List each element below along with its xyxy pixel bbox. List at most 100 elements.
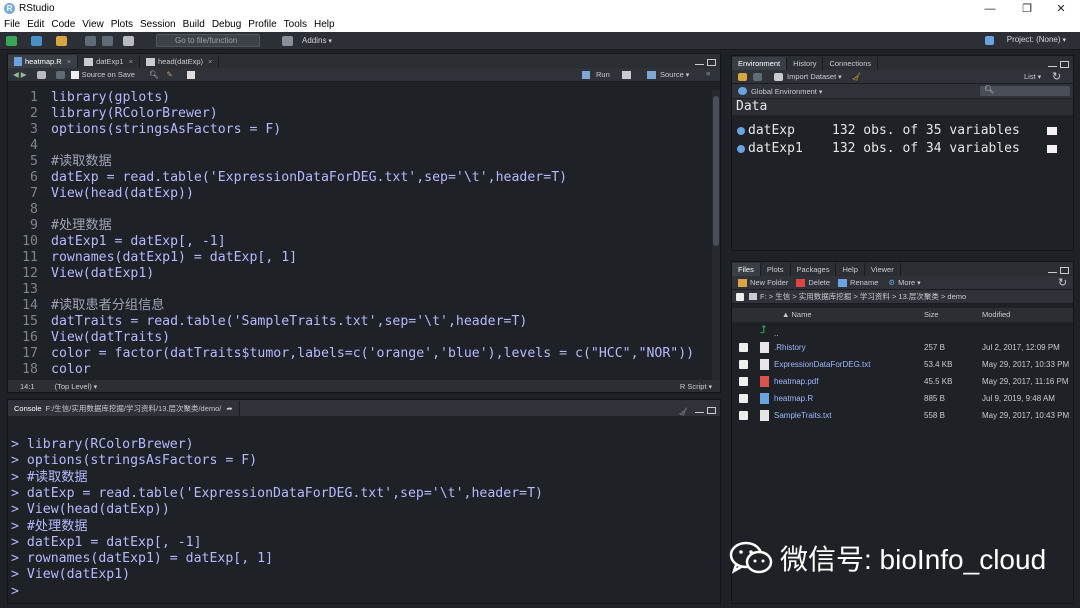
code-line[interactable]: 18 color bbox=[8, 362, 714, 378]
code-area[interactable]: 1 library(gplots) 2 library(RColorBrewer) 3 o… bbox=[8, 90, 714, 382]
code-line[interactable]: 15 datTraits = read.table('SampleTraits.t… bbox=[8, 314, 714, 330]
file-name[interactable]: heatmap.pdf bbox=[774, 373, 818, 390]
breadcrumb-segment[interactable]: demo bbox=[947, 292, 966, 301]
tab-help[interactable]: Help bbox=[836, 263, 865, 276]
rename-button[interactable]: Rename bbox=[850, 278, 878, 287]
code-line[interactable]: 14 #读取患者分组信息 bbox=[8, 298, 714, 314]
col-modified[interactable]: Modified bbox=[982, 308, 1010, 322]
refresh-icon[interactable]: ↻ bbox=[1058, 276, 1067, 289]
tab-heatmap-r[interactable]: heatmap.R × bbox=[8, 55, 79, 68]
addins-menu[interactable]: Addins bbox=[302, 36, 332, 45]
env-search-input[interactable]: 🔍︎ bbox=[980, 85, 1070, 96]
code-line[interactable]: 6 datExp = read.table('ExpressionDataForD… bbox=[8, 170, 714, 186]
tab-head-datexp[interactable]: head(datExp) × bbox=[140, 55, 220, 68]
tab-viewer[interactable]: Viewer bbox=[865, 263, 901, 276]
file-name[interactable]: heatmap.R bbox=[774, 390, 813, 407]
open-file-icon[interactable] bbox=[56, 35, 67, 46]
list-item[interactable]: heatmap.R 885 B Jul 9, 2019, 9:48 AM bbox=[732, 390, 1073, 407]
menu-edit[interactable]: Edit bbox=[27, 19, 44, 30]
file-checkbox[interactable] bbox=[739, 343, 748, 352]
view-mode-menu[interactable]: List bbox=[1024, 72, 1041, 81]
code-line[interactable]: 4 bbox=[8, 138, 714, 154]
code-line[interactable]: 3 options(stringsAsFactors = F) bbox=[8, 122, 714, 138]
menu-file[interactable]: File bbox=[4, 19, 20, 30]
breadcrumb-segment[interactable]: 实用数据库挖掘 bbox=[799, 292, 852, 301]
tab-packages[interactable]: Packages bbox=[791, 263, 837, 276]
file-checkbox[interactable] bbox=[739, 360, 748, 369]
file-checkbox[interactable] bbox=[739, 377, 748, 386]
code-line[interactable]: 2 library(RColorBrewer) bbox=[8, 106, 714, 122]
new-project-icon[interactable] bbox=[31, 35, 42, 46]
clear-workspace-icon[interactable]: 🧹︎ bbox=[852, 72, 862, 81]
col-size[interactable]: Size bbox=[924, 308, 939, 322]
menu-help[interactable]: Help bbox=[314, 19, 335, 30]
menu-profile[interactable]: Profile bbox=[248, 19, 276, 30]
code-line[interactable]: 10 datExp1 = datExp[, -1] bbox=[8, 234, 714, 250]
list-item[interactable]: ExpressionDataForDEG.txt 53.4 KB May 29, 2… bbox=[732, 356, 1073, 373]
file-name[interactable]: ExpressionDataForDEG.txt bbox=[774, 356, 870, 373]
close-tab-icon[interactable]: × bbox=[67, 57, 71, 66]
print-icon[interactable] bbox=[123, 35, 134, 46]
col-name[interactable]: ▲ Name bbox=[782, 308, 812, 322]
list-item-up[interactable]: ⮥ .. bbox=[732, 322, 1073, 339]
minimize-icon[interactable]: — bbox=[975, 0, 1005, 17]
save-icon[interactable] bbox=[85, 35, 96, 46]
code-line[interactable]: 12 View(datExp1) bbox=[8, 266, 714, 282]
menu-view[interactable]: View bbox=[82, 19, 104, 30]
code-line[interactable]: 17 color = factor(datTraits$tumor,labels=… bbox=[8, 346, 714, 362]
code-line[interactable]: 5 #读取数据 bbox=[8, 154, 714, 170]
new-file-icon[interactable] bbox=[6, 35, 17, 46]
breadcrumb-segment[interactable]: 13.层次聚类 bbox=[898, 292, 938, 301]
more-menu[interactable]: More bbox=[898, 278, 921, 287]
go-to-dir-icon[interactable]: ➦ bbox=[226, 404, 232, 413]
goto-file-input[interactable]: Go to file/function bbox=[156, 34, 260, 47]
tab-plots[interactable]: Plots bbox=[761, 263, 791, 276]
menu-code[interactable]: Code bbox=[51, 19, 75, 30]
delete-button[interactable]: Delete bbox=[808, 278, 830, 287]
code-line[interactable]: 8 bbox=[8, 202, 714, 218]
code-line[interactable]: 11 rownames(datExp1) = datExp[, 1] bbox=[8, 250, 714, 266]
menu-plots[interactable]: Plots bbox=[111, 19, 133, 30]
view-table-icon[interactable] bbox=[1047, 145, 1057, 153]
tab-environment[interactable]: Environment bbox=[732, 57, 788, 70]
refresh-icon[interactable]: ↻ bbox=[1052, 70, 1061, 83]
pane-window-controls[interactable] bbox=[1045, 267, 1069, 276]
code-tools-icon[interactable]: ✎ bbox=[166, 70, 172, 79]
new-folder-button[interactable]: New Folder bbox=[750, 278, 788, 287]
environment-row[interactable]: datExp1 132 obs. of 34 variables bbox=[732, 140, 1073, 158]
rerun-icon[interactable] bbox=[622, 71, 631, 79]
select-all-checkbox[interactable] bbox=[736, 292, 744, 301]
close-tab-icon[interactable]: × bbox=[208, 57, 212, 66]
menu-session[interactable]: Session bbox=[140, 19, 176, 30]
expand-icon[interactable] bbox=[737, 145, 745, 153]
scope-selector[interactable]: (Top Level) bbox=[55, 382, 98, 391]
file-name[interactable]: SampleTraits.txt bbox=[774, 407, 832, 424]
expand-icon[interactable] bbox=[737, 127, 745, 135]
breadcrumb[interactable]: F: > 生信 > 实用数据库挖掘 > 学习资料 > 13.层次聚类 > dem… bbox=[760, 291, 966, 302]
load-workspace-icon[interactable] bbox=[738, 72, 747, 81]
save-workspace-icon[interactable] bbox=[753, 72, 762, 81]
code-line[interactable]: 7 View(head(datExp)) bbox=[8, 186, 714, 202]
close-tab-icon[interactable]: × bbox=[129, 57, 133, 66]
tab-console[interactable]: Console F:/生信/实用数据库挖掘/学习资料/13.层次聚类/demo/… bbox=[8, 401, 240, 416]
code-line[interactable]: 16 View(datTraits) bbox=[8, 330, 714, 346]
view-table-icon[interactable] bbox=[1047, 127, 1057, 135]
breadcrumb-segment[interactable]: 生信 bbox=[775, 292, 790, 301]
list-item[interactable]: .Rhistory 257 B Jul 2, 2017, 12:09 PM bbox=[732, 339, 1073, 356]
grid-layout-icon[interactable] bbox=[282, 36, 293, 46]
tab-datexp1[interactable]: datExp1 × bbox=[78, 55, 140, 68]
pane-window-controls[interactable] bbox=[692, 407, 716, 416]
import-dataset-menu[interactable]: Import Dataset bbox=[787, 72, 842, 81]
back-icon[interactable]: ◀ bbox=[13, 70, 19, 79]
project-menu[interactable]: Project: (None) bbox=[1007, 35, 1066, 44]
environment-row[interactable]: datExp 132 obs. of 35 variables bbox=[732, 122, 1073, 140]
run-button[interactable]: Run bbox=[596, 70, 610, 79]
source-on-save-checkbox[interactable] bbox=[70, 70, 79, 79]
code-line[interactable]: 13 bbox=[8, 282, 714, 298]
clear-console-icon[interactable]: 🧹︎ bbox=[678, 407, 688, 416]
tab-connections[interactable]: Connections bbox=[823, 57, 879, 70]
menu-debug[interactable]: Debug bbox=[212, 19, 241, 30]
tab-files[interactable]: Files bbox=[732, 263, 761, 276]
breadcrumb-segment[interactable]: F: bbox=[760, 292, 767, 301]
forward-icon[interactable]: ▶ bbox=[21, 70, 27, 79]
